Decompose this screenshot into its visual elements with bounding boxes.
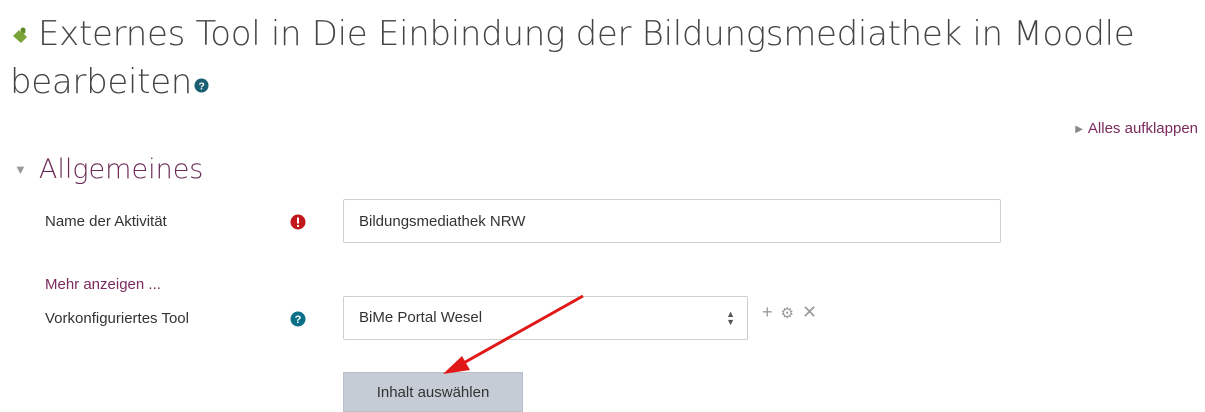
gear-icon[interactable]: ⚙ (781, 304, 794, 322)
svg-text:?: ? (295, 314, 302, 326)
page-title: Externes Tool in Die Einbindung der Bild… (10, 10, 1190, 106)
add-icon[interactable]: + (762, 302, 773, 323)
caret-right-icon: ▶ (1075, 124, 1083, 135)
select-arrows-icon: ▲ ▼ (726, 309, 735, 327)
preconfigured-tool-label: Vorkonfiguriertes Tool (45, 310, 189, 327)
caret-down-icon: ▼ (14, 163, 27, 178)
expand-all-label: Alles aufklappen (1087, 120, 1198, 137)
name-field-label: Name der Aktivität (45, 213, 167, 230)
expand-all-link[interactable]: ▶ Alles aufklappen (1075, 120, 1198, 137)
show-more-link[interactable]: Mehr anzeigen ... (45, 276, 161, 293)
question-circle-icon[interactable]: ? (290, 311, 306, 327)
preconfigured-tool-selected: BiMe Portal Wesel (359, 309, 483, 326)
svg-text:?: ? (199, 81, 205, 92)
section-header-general[interactable]: ▼ Allgemeines (14, 154, 203, 185)
close-icon[interactable]: ✕ (802, 302, 817, 323)
activity-name-input[interactable] (343, 199, 1001, 243)
preconfigured-tool-select[interactable]: BiMe Portal Wesel ▲ ▼ (343, 296, 748, 340)
question-circle-icon[interactable]: ? (194, 58, 209, 93)
lti-puzzle-icon (10, 10, 32, 43)
tool-actions: + ⚙ ✕ (762, 302, 825, 322)
exclamation-circle-icon (290, 214, 306, 230)
select-content-button[interactable]: Inhalt auswählen (343, 372, 523, 412)
page-title-text: Externes Tool in Die Einbindung der Bild… (10, 14, 1135, 102)
section-title: Allgemeines (38, 154, 204, 185)
